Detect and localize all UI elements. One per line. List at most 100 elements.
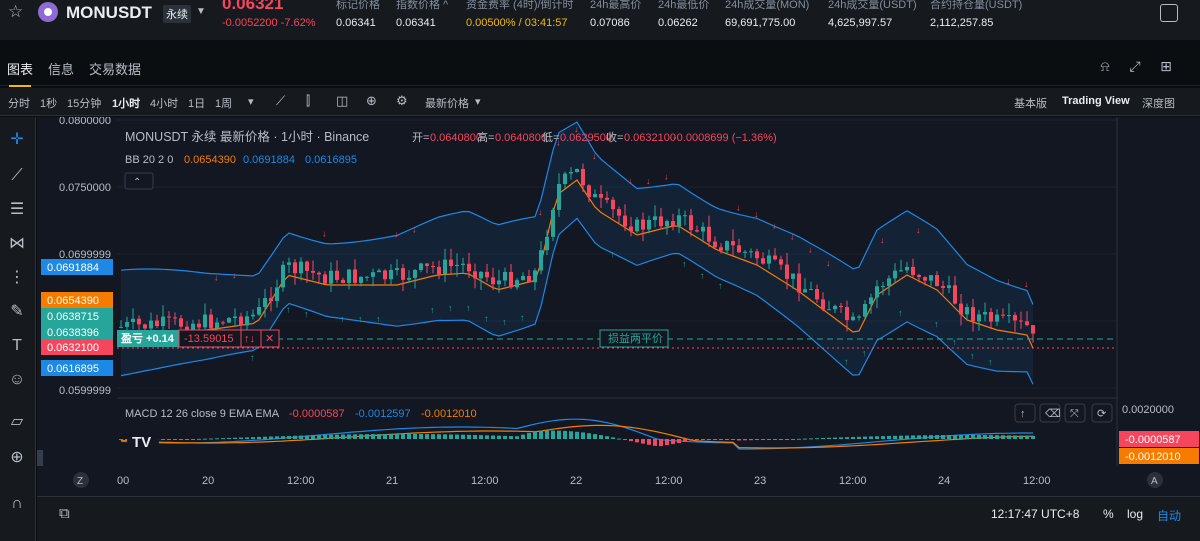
price-type-select[interactable]: 最新价格	[425, 95, 469, 111]
macd-hist-value: -0.0000587	[289, 408, 345, 420]
price-chart[interactable]: ↓↓↑↑↑↑↓↑↑↑↓↓↑↑↑↑↑↑↓↓↓↓↑↓↓↓↑↑↑↓↓↓↓↓↓↑↑↓↑↓…	[37, 117, 1200, 497]
view-basic[interactable]: 基本版	[1014, 95, 1047, 111]
trend-line-icon[interactable]: ⟋	[6, 165, 28, 187]
tab-trading-data[interactable]: 交易数据	[89, 59, 141, 78]
brush-icon[interactable]: ✎	[6, 301, 28, 323]
macd-bar	[725, 439, 729, 440]
interval-button[interactable]: 分时	[8, 95, 30, 111]
percent-toggle[interactable]: %	[1103, 507, 1114, 521]
favorite-star-icon[interactable]: ☆	[8, 2, 28, 22]
clock[interactable]: 12:17:47 UTC+8	[991, 507, 1079, 521]
sell-arrow-icon: ↓	[646, 176, 651, 186]
emoji-icon[interactable]: ☺	[6, 369, 28, 391]
horizontal-lines-icon[interactable]: ☰	[6, 199, 28, 221]
macd-bar	[311, 435, 315, 439]
arrow-up-icon[interactable]: ↑	[1020, 408, 1026, 420]
zoom-icon[interactable]: Z	[77, 476, 83, 487]
expand-icon[interactable]: ⤢	[1127, 58, 1143, 74]
buy-arrow-icon: ↑	[970, 351, 975, 361]
macd-bar	[479, 435, 483, 439]
candle-body	[731, 241, 735, 246]
sell-arrow-icon: ↓	[808, 245, 813, 255]
candle-body	[239, 316, 243, 326]
candle-body	[287, 262, 291, 265]
tab-chart[interactable]: 图表	[7, 59, 33, 87]
price-tag-text: 0.0691884	[47, 262, 99, 274]
chevron-down-icon[interactable]: ▾	[248, 95, 254, 108]
y-tick: 0.0599999	[59, 385, 111, 397]
symbol-name[interactable]: MONUSDT	[66, 3, 152, 23]
chevron-down-icon[interactable]: ▾	[475, 95, 481, 108]
crosshair-icon[interactable]: ✛	[6, 129, 28, 151]
macd-bar	[863, 436, 867, 439]
fib-icon[interactable]: ⋮	[6, 267, 28, 289]
tradingview-logo-icon: TV	[132, 434, 151, 451]
trash-icon[interactable]: ⌫	[1045, 408, 1061, 420]
macd-bar	[257, 436, 261, 439]
macd-bar	[743, 439, 747, 441]
macd-bar	[815, 438, 819, 440]
log-toggle[interactable]: log	[1127, 507, 1143, 521]
candle-body	[263, 298, 267, 308]
candle-body	[359, 276, 363, 283]
ruler-icon[interactable]: ▱	[6, 411, 28, 433]
position-widget[interactable]: 盈亏 +0.14 -13.59015 ↑↓ ✕	[117, 329, 280, 348]
pattern-icon[interactable]: ⋈	[6, 233, 28, 255]
macd-bar	[359, 434, 363, 439]
magnet-icon[interactable]: ∩	[6, 493, 28, 515]
price-tag-text: 0.0616895	[47, 363, 99, 375]
candles-icon[interactable]: ⫿	[306, 93, 310, 109]
auto-scale-icon[interactable]: A	[1151, 476, 1158, 487]
stat-label: 资金费率 (4时)/倒计时	[466, 0, 574, 11]
macd-bar	[701, 439, 705, 440]
y-tick: 0.0800000	[59, 117, 111, 127]
macd-bar	[593, 434, 597, 439]
time-axis[interactable]: Z 00 20 12:00 21 12:00 22 12:00 23 12:00…	[37, 466, 1200, 494]
macd-bar	[203, 438, 207, 440]
auto-toggle[interactable]: 自动	[1157, 507, 1181, 524]
chevron-up-icon[interactable]: ⌃	[133, 177, 141, 188]
macd-bar	[797, 438, 801, 440]
macd-bar	[1007, 435, 1011, 439]
candle-body	[257, 307, 261, 315]
macd-bar	[395, 433, 399, 439]
add-indicator-icon[interactable]: ⊕	[366, 93, 377, 109]
camera-icon[interactable]: ◫	[336, 93, 348, 109]
text-icon[interactable]: T	[6, 335, 28, 357]
zoom-in-icon[interactable]: ⊕	[6, 447, 28, 469]
interval-button[interactable]: 15分钟	[67, 95, 101, 111]
layout-icon[interactable]	[1160, 4, 1178, 22]
candle-body	[935, 275, 939, 287]
macd-bar	[275, 436, 279, 439]
candle-body	[1013, 315, 1017, 321]
macd-bar	[695, 439, 699, 440]
macd-bar	[917, 435, 921, 439]
interval-button[interactable]: 1日	[188, 95, 205, 111]
macd-bar	[287, 435, 291, 439]
refresh-icon[interactable]: ⟳	[1097, 408, 1106, 420]
buy-arrow-icon: ↑	[286, 305, 291, 315]
view-depth[interactable]: 深度图	[1142, 95, 1175, 111]
candle-body	[317, 272, 321, 275]
view-tradingview[interactable]: Trading View	[1062, 95, 1130, 107]
candle-body	[485, 271, 489, 278]
interval-button[interactable]: 1秒	[40, 95, 57, 111]
calendar-icon[interactable]: ⧉	[59, 505, 70, 522]
bell-icon[interactable]: ⍾	[1097, 58, 1113, 74]
grid-layout-icon[interactable]: ⊞	[1158, 58, 1174, 74]
interval-button[interactable]: 4小时	[150, 95, 178, 111]
maximize-icon[interactable]: ⤧	[1070, 408, 1079, 420]
macd-bar	[461, 434, 465, 439]
tab-info[interactable]: 信息	[48, 59, 74, 78]
macd-bar	[881, 436, 885, 439]
candle-body	[245, 316, 249, 326]
chart-type-icon[interactable]: ⟋	[276, 93, 285, 109]
macd-bar	[557, 430, 561, 439]
interval-button[interactable]: 1周	[215, 95, 232, 111]
interval-button-active[interactable]: 1小时	[112, 95, 140, 111]
candle-body	[539, 250, 543, 271]
stat-label[interactable]: 指数价格 ^	[396, 0, 448, 12]
close-value: 0.0632100	[624, 132, 676, 144]
settings-icon[interactable]: ⚙	[396, 93, 408, 109]
chevron-down-icon[interactable]: ▼	[196, 6, 206, 17]
